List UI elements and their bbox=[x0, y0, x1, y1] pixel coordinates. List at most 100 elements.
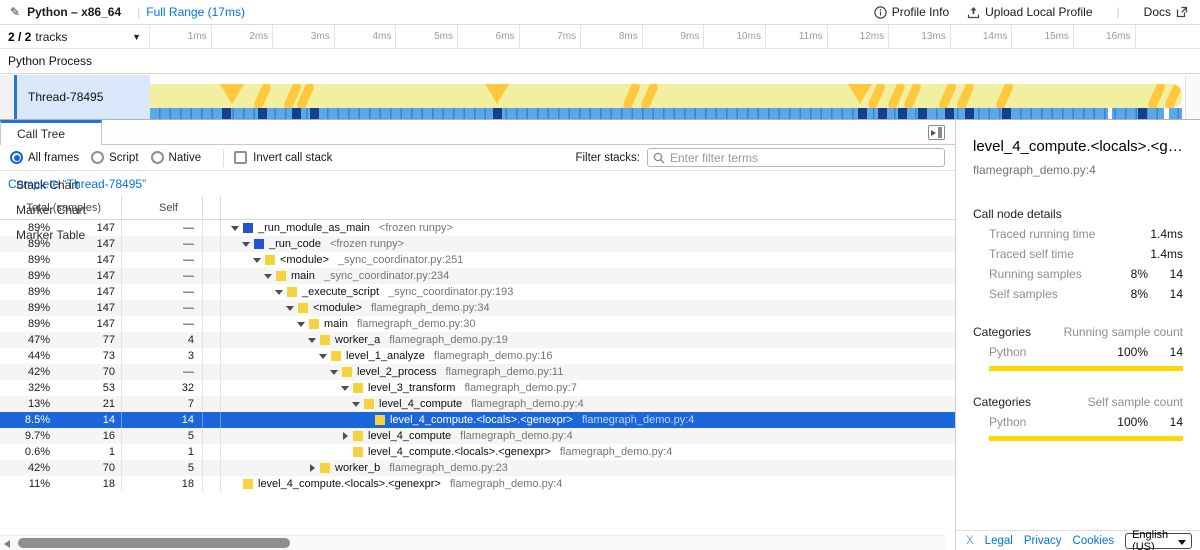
expander-open-icon[interactable] bbox=[263, 274, 273, 279]
full-range-button[interactable]: Full Range (17ms) bbox=[146, 5, 245, 19]
categories-subheading: Running sample count bbox=[1064, 325, 1183, 339]
function-file: <frozen runpy> bbox=[330, 238, 404, 250]
marker-icon[interactable] bbox=[640, 84, 660, 108]
marker-icon[interactable] bbox=[622, 84, 642, 108]
scrollbar-thumb[interactable] bbox=[18, 538, 290, 548]
tracks-dropdown[interactable]: 2 / 2 tracks ▼ bbox=[0, 25, 150, 48]
call-tree-row[interactable]: 89%147—mainflamegraph_demo.py:30 bbox=[0, 316, 955, 332]
category-square-icon bbox=[298, 303, 308, 313]
expander-open-icon[interactable] bbox=[307, 338, 317, 343]
call-tree-controls: All frames Script Native Invert call stack… bbox=[0, 145, 955, 171]
invert-call-stack-checkbox[interactable] bbox=[234, 151, 247, 164]
call-tree-row[interactable]: 13%217level_4_computeflamegraph_demo.py:… bbox=[0, 396, 955, 412]
marker-icon[interactable] bbox=[1147, 84, 1167, 108]
expander-open-icon[interactable] bbox=[329, 370, 339, 375]
tab-marker-chart[interactable]: Marker Chart bbox=[0, 195, 102, 221]
category-percent: 100% bbox=[1103, 345, 1148, 359]
expander-open-icon[interactable] bbox=[285, 306, 295, 311]
docs-button[interactable]: Docs bbox=[1144, 5, 1188, 19]
expander-open-icon[interactable] bbox=[318, 354, 328, 359]
marker-icon[interactable] bbox=[485, 84, 509, 104]
radio-script[interactable]: Script bbox=[91, 151, 138, 164]
marker-icon[interactable] bbox=[995, 84, 1015, 108]
cell-self-samples: — bbox=[122, 268, 203, 284]
cell-total-samples: 21 bbox=[50, 396, 122, 412]
call-tree-row[interactable]: 42%70—level_2_processflamegraph_demo.py:… bbox=[0, 364, 955, 380]
tab-marker-table[interactable]: Marker Table bbox=[0, 220, 102, 246]
call-tree-row[interactable]: 89%147—_run_code<frozen runpy> bbox=[0, 236, 955, 252]
call-tree-row[interactable]: 11%1818level_4_compute.<locals>.<genexpr… bbox=[0, 476, 955, 492]
panel-tab-bar: Call TreeFlame GraphStack ChartMarker Ch… bbox=[0, 119, 955, 145]
expander-open-icon[interactable] bbox=[296, 322, 306, 327]
cell-self-samples: 3 bbox=[122, 348, 203, 364]
expander-open-icon[interactable] bbox=[351, 402, 361, 407]
function-name: worker_b bbox=[335, 462, 380, 474]
cell-total-samples: 147 bbox=[50, 284, 122, 300]
radio-native[interactable]: Native bbox=[151, 151, 202, 164]
call-tree-row[interactable]: 47%774worker_aflamegraph_demo.py:19 bbox=[0, 332, 955, 348]
expander-closed-icon[interactable] bbox=[340, 432, 350, 440]
dark-sample-cell bbox=[965, 108, 974, 119]
footer-link-x[interactable]: X bbox=[966, 535, 974, 547]
call-tree-row[interactable]: 44%733level_1_analyzeflamegraph_demo.py:… bbox=[0, 348, 955, 364]
cell-spacer bbox=[203, 268, 221, 284]
expander-open-icon[interactable] bbox=[340, 386, 350, 391]
call-tree-row[interactable]: 89%147—<module>flamegraph_demo.py:34 bbox=[0, 300, 955, 316]
marker-icon[interactable] bbox=[938, 84, 958, 108]
call-tree-row[interactable]: 9.7%165level_4_computeflamegraph_demo.py… bbox=[0, 428, 955, 444]
expander-open-icon[interactable] bbox=[241, 242, 251, 247]
expander-open-icon[interactable] bbox=[252, 258, 262, 263]
timeline-ruler[interactable]: 1ms2ms3ms4ms5ms6ms7ms8ms9ms10ms11ms12ms1… bbox=[150, 25, 1136, 48]
marker-icon[interactable] bbox=[1164, 84, 1182, 108]
profile-info-button[interactable]: Profile Info bbox=[874, 5, 949, 19]
dark-sample-cell bbox=[222, 108, 231, 119]
call-tree-row[interactable]: 8.5%1414level_4_compute.<locals>.<genexp… bbox=[0, 412, 955, 428]
cell-spacer bbox=[203, 252, 221, 268]
cell-self-samples: 14 bbox=[122, 412, 203, 428]
thread-track-graph[interactable] bbox=[150, 75, 1185, 119]
footer-link-legal[interactable]: Legal bbox=[985, 535, 1013, 547]
tab-call-tree[interactable]: Call Tree bbox=[0, 120, 102, 146]
timeline-vertical-scrollbar[interactable] bbox=[1185, 75, 1200, 119]
marker-icon[interactable] bbox=[903, 84, 923, 108]
function-name: _run_code bbox=[269, 238, 321, 250]
call-tree-row[interactable]: 89%147—_run_module_as_main<frozen runpy> bbox=[0, 220, 955, 236]
expander-open-icon[interactable] bbox=[230, 226, 240, 231]
marker-icon[interactable] bbox=[253, 84, 273, 108]
call-tree-row[interactable]: 89%147—_execute_script_sync_coordinator.… bbox=[0, 284, 955, 300]
call-tree-header: Total (samples) Self bbox=[0, 196, 955, 220]
marker-icon[interactable] bbox=[220, 84, 244, 104]
dark-sample-cell bbox=[310, 108, 319, 119]
cell-self-samples: — bbox=[122, 252, 203, 268]
sample-strip[interactable] bbox=[150, 108, 1182, 119]
radio-all-frames[interactable]: All frames bbox=[10, 151, 79, 164]
profile-name-button[interactable]: ✎ Python – x86_64 bbox=[0, 5, 131, 19]
call-tree-row[interactable]: 89%147—<module>_sync_coordinator.py:251 bbox=[0, 252, 955, 268]
call-tree-row[interactable]: 0.6%11level_4_compute.<locals>.<genexpr>… bbox=[0, 444, 955, 460]
invert-call-stack-label[interactable]: Invert call stack bbox=[253, 152, 332, 164]
process-track-header[interactable]: Python Process bbox=[0, 48, 1200, 74]
ruler-tick: 5ms bbox=[396, 25, 458, 48]
call-tree-row[interactable]: 32%5332level_3_transformflamegraph_demo.… bbox=[0, 380, 955, 396]
sidebar-toggle-button[interactable] bbox=[928, 125, 945, 140]
call-tree-row[interactable]: 89%147—main_sync_coordinator.py:234 bbox=[0, 268, 955, 284]
column-header-self[interactable]: Self bbox=[122, 196, 203, 219]
expander-closed-icon[interactable] bbox=[307, 464, 317, 472]
thread-track-label[interactable]: Thread-78495 bbox=[17, 75, 150, 119]
footer-link-privacy[interactable]: Privacy bbox=[1024, 535, 1062, 547]
sample-gap bbox=[1164, 108, 1169, 119]
activity-graph[interactable] bbox=[150, 84, 1182, 108]
scroll-left-arrow-icon[interactable] bbox=[4, 540, 10, 548]
upload-profile-button[interactable]: Upload Local Profile bbox=[967, 5, 1092, 19]
category-row: Python100%14 bbox=[989, 415, 1183, 429]
expander-open-icon[interactable] bbox=[274, 290, 284, 295]
footer-link-cookies[interactable]: Cookies bbox=[1073, 535, 1115, 547]
tab-stack-chart[interactable]: Stack Chart bbox=[0, 170, 102, 196]
cell-spacer bbox=[203, 460, 221, 476]
ruler-tick: 8ms bbox=[581, 25, 643, 48]
call-tree-row[interactable]: 42%705worker_bflamegraph_demo.py:23 bbox=[0, 460, 955, 476]
filter-stacks-input[interactable] bbox=[670, 151, 939, 165]
marker-icon[interactable] bbox=[956, 84, 976, 108]
language-select[interactable]: English (US) bbox=[1125, 533, 1192, 549]
cell-total-samples: 70 bbox=[50, 364, 122, 380]
